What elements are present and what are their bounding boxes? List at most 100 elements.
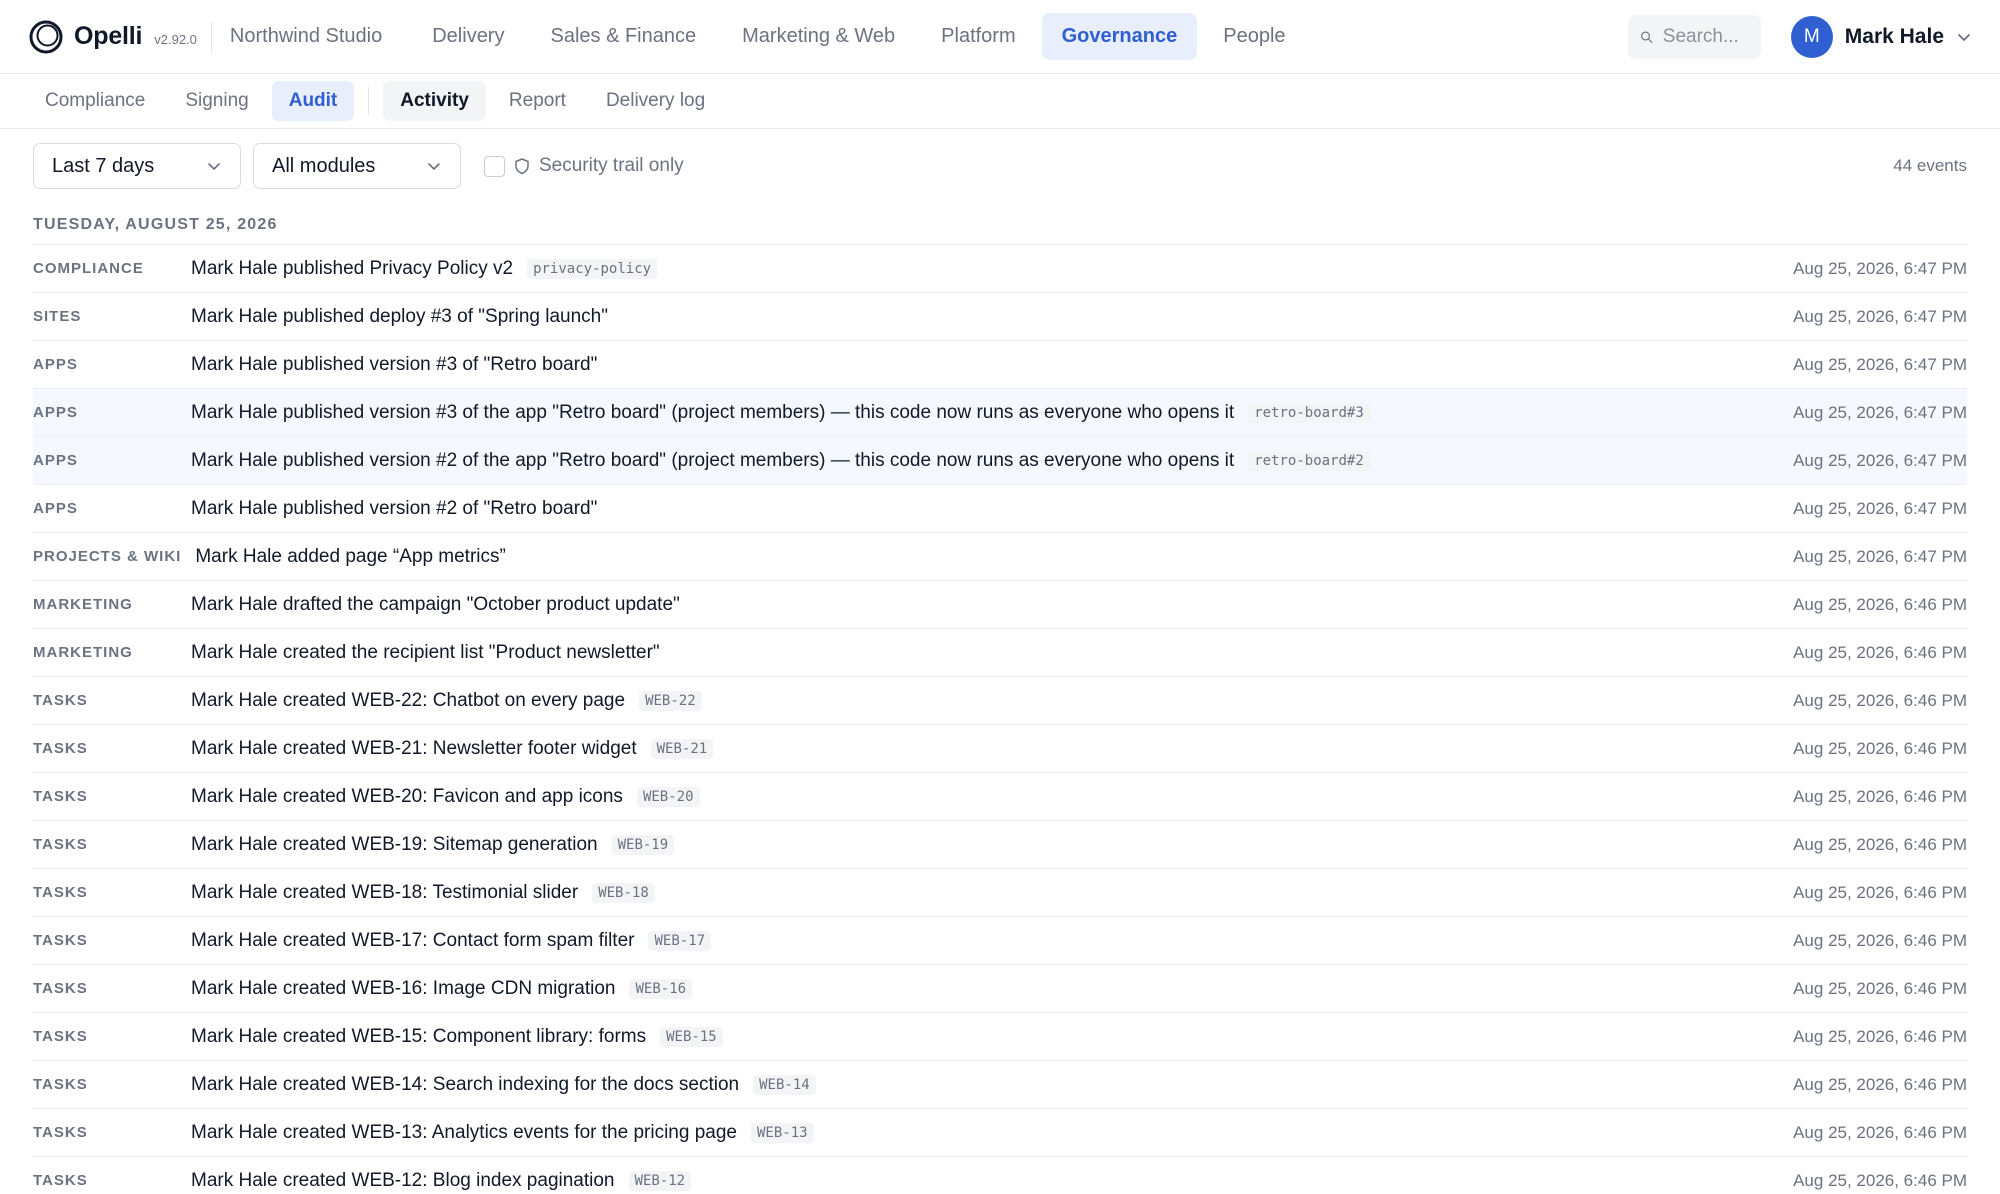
event-timestamp: Aug 25, 2026, 6:47 PM	[1793, 258, 1967, 278]
event-message: Mark Hale published version #3 of the ap…	[191, 401, 1235, 423]
event-module: TASKS	[33, 692, 88, 709]
event-message: Mark Hale created WEB-17: Contact form s…	[191, 929, 635, 951]
list-item[interactable]: APPS Mark Hale published version #3 of "R…	[33, 341, 1967, 389]
nav-item-delivery[interactable]: Delivery	[412, 13, 524, 60]
module-select[interactable]: All modules	[253, 143, 461, 189]
list-item[interactable]: TASKS Mark Hale created WEB-14: Search in…	[33, 1061, 1967, 1109]
divider	[368, 87, 370, 115]
period-select-value: Last 7 days	[52, 154, 155, 177]
event-ref-tag[interactable]: WEB-14	[753, 1074, 816, 1095]
event-ref-tag[interactable]: WEB-12	[628, 1170, 692, 1191]
event-message: Mark Hale created WEB-14: Search indexin…	[191, 1073, 740, 1095]
avatar[interactable]: M	[1790, 15, 1833, 58]
tab-delivery-log[interactable]: Delivery log	[589, 81, 722, 121]
event-timestamp: Aug 25, 2026, 6:46 PM	[1793, 642, 1967, 662]
day-header: TUESDAY, AUGUST 25, 2026	[33, 203, 1967, 245]
event-module: TASKS	[33, 788, 88, 805]
event-ref-tag[interactable]: WEB-21	[650, 738, 714, 759]
event-ref-tag[interactable]: privacy-policy	[527, 258, 658, 279]
event-ref-tag[interactable]: WEB-15	[660, 1026, 723, 1047]
event-timestamp: Aug 25, 2026, 6:46 PM	[1793, 738, 1967, 758]
event-message: Mark Hale created WEB-18: Testimonial sl…	[191, 881, 579, 903]
event-ref-tag[interactable]: WEB-17	[648, 930, 712, 951]
event-ref-tag[interactable]: retro-board#2	[1248, 450, 1370, 471]
divider	[210, 21, 212, 52]
event-module: SITES	[33, 308, 82, 325]
event-timestamp: Aug 25, 2026, 6:46 PM	[1793, 882, 1967, 902]
tab-report[interactable]: Report	[492, 81, 583, 121]
list-item[interactable]: SITES Mark Hale published deploy #3 of "S…	[33, 293, 1967, 341]
event-ref-tag[interactable]: WEB-18	[592, 882, 655, 903]
event-module: MARKETING	[33, 644, 133, 661]
event-ref-tag[interactable]: WEB-22	[639, 690, 702, 711]
shield-icon	[515, 158, 529, 175]
event-module: TASKS	[33, 932, 88, 949]
list-item[interactable]: MARKETING Mark Hale drafted the campaign …	[33, 581, 1967, 629]
list-item[interactable]: PROJECTS & WIKI Mark Hale added page “App…	[33, 533, 1967, 581]
list-item[interactable]: APPS Mark Hale published version #2 of th…	[33, 437, 1967, 485]
event-module: APPS	[33, 404, 78, 421]
event-message: Mark Hale added page “App metrics”	[195, 545, 506, 567]
list-item[interactable]: APPS Mark Hale published version #3 of th…	[33, 389, 1967, 437]
event-ref-tag[interactable]: WEB-20	[636, 786, 700, 807]
period-select[interactable]: Last 7 days	[33, 143, 241, 189]
module-select-value: All modules	[272, 154, 376, 177]
event-module: COMPLIANCE	[33, 260, 144, 277]
event-ref-tag[interactable]: WEB-19	[611, 834, 675, 855]
nav-item-governance[interactable]: Governance	[1041, 13, 1198, 60]
chevron-down-icon	[208, 163, 220, 170]
app-version: v2.92.0	[154, 32, 197, 47]
security-trail-toggle[interactable]: Security trail only	[484, 155, 684, 177]
event-message: Mark Hale created WEB-19: Sitemap genera…	[191, 833, 598, 855]
list-item[interactable]: COMPLIANCE Mark Hale published Privacy Po…	[33, 245, 1967, 293]
tab-activity[interactable]: Activity	[383, 81, 486, 121]
event-message: Mark Hale created WEB-16: Image CDN migr…	[191, 977, 616, 999]
brand[interactable]: Opelli v2.92.0	[28, 19, 197, 55]
tab-compliance[interactable]: Compliance	[28, 81, 162, 121]
event-message: Mark Hale created WEB-20: Favicon and ap…	[191, 785, 623, 807]
user-name[interactable]: Mark Hale	[1845, 25, 1944, 49]
nav-item-people[interactable]: People	[1203, 13, 1305, 60]
event-ref-tag[interactable]: WEB-16	[629, 978, 693, 999]
list-item[interactable]: TASKS Mark Hale created WEB-20: Favicon a…	[33, 773, 1967, 821]
workspace-name[interactable]: Northwind Studio	[226, 13, 406, 60]
list-item[interactable]: TASKS Mark Hale created WEB-19: Sitemap g…	[33, 821, 1967, 869]
user-menu[interactable]: M Mark Hale	[1790, 15, 1972, 58]
event-message: Mark Hale created WEB-22: Chatbot on eve…	[191, 689, 626, 711]
nav-item-marketing-web[interactable]: Marketing & Web	[722, 13, 915, 60]
security-trail-checkbox[interactable]	[484, 155, 505, 177]
event-count: 44 events	[1893, 156, 1967, 175]
event-message: Mark Hale created WEB-21: Newsletter foo…	[191, 737, 637, 759]
nav-item-platform[interactable]: Platform	[921, 13, 1035, 60]
search-box[interactable]	[1627, 14, 1761, 59]
event-module: APPS	[33, 356, 78, 373]
event-module: PROJECTS & WIKI	[33, 548, 182, 565]
tab-audit[interactable]: Audit	[271, 81, 355, 121]
list-item[interactable]: TASKS Mark Hale created WEB-22: Chatbot o…	[33, 677, 1967, 725]
event-timestamp: Aug 25, 2026, 6:46 PM	[1793, 786, 1967, 806]
chevron-down-icon[interactable]	[1956, 29, 1972, 45]
list-item[interactable]: TASKS Mark Hale created WEB-13: Analytics…	[33, 1109, 1967, 1157]
event-module: APPS	[33, 500, 78, 517]
list-item[interactable]: TASKS Mark Hale created WEB-15: Component…	[33, 1013, 1967, 1061]
event-timestamp: Aug 25, 2026, 6:47 PM	[1793, 402, 1967, 422]
list-item[interactable]: APPS Mark Hale published version #2 of "R…	[33, 485, 1967, 533]
event-timestamp: Aug 25, 2026, 6:47 PM	[1793, 546, 1967, 566]
nav-item-sales-finance[interactable]: Sales & Finance	[530, 13, 716, 60]
event-timestamp: Aug 25, 2026, 6:47 PM	[1793, 354, 1967, 374]
list-item[interactable]: TASKS Mark Hale created WEB-16: Image CDN…	[33, 965, 1967, 1013]
list-item[interactable]: MARKETING Mark Hale created the recipient…	[33, 629, 1967, 677]
event-ref-tag[interactable]: retro-board#3	[1248, 402, 1370, 423]
top-navigation-bar: Opelli v2.92.0 Northwind Studio Delivery…	[0, 0, 2000, 74]
list-item[interactable]: TASKS Mark Hale created WEB-12: Blog inde…	[33, 1157, 1967, 1194]
list-item[interactable]: TASKS Mark Hale created WEB-17: Contact f…	[33, 917, 1967, 965]
event-ref-tag[interactable]: WEB-13	[750, 1122, 814, 1143]
event-message: Mark Hale published Privacy Policy v2	[191, 257, 514, 279]
search-input[interactable]	[1662, 25, 1749, 48]
logo-ring-icon	[29, 20, 63, 53]
list-item[interactable]: TASKS Mark Hale created WEB-18: Testimoni…	[33, 869, 1967, 917]
event-message: Mark Hale published version #3 of "Retro…	[191, 353, 598, 375]
tab-signing[interactable]: Signing	[168, 81, 265, 121]
list-item[interactable]: TASKS Mark Hale created WEB-21: Newslette…	[33, 725, 1967, 773]
sub-navigation: Compliance Signing Audit Activity Report…	[0, 74, 2000, 129]
